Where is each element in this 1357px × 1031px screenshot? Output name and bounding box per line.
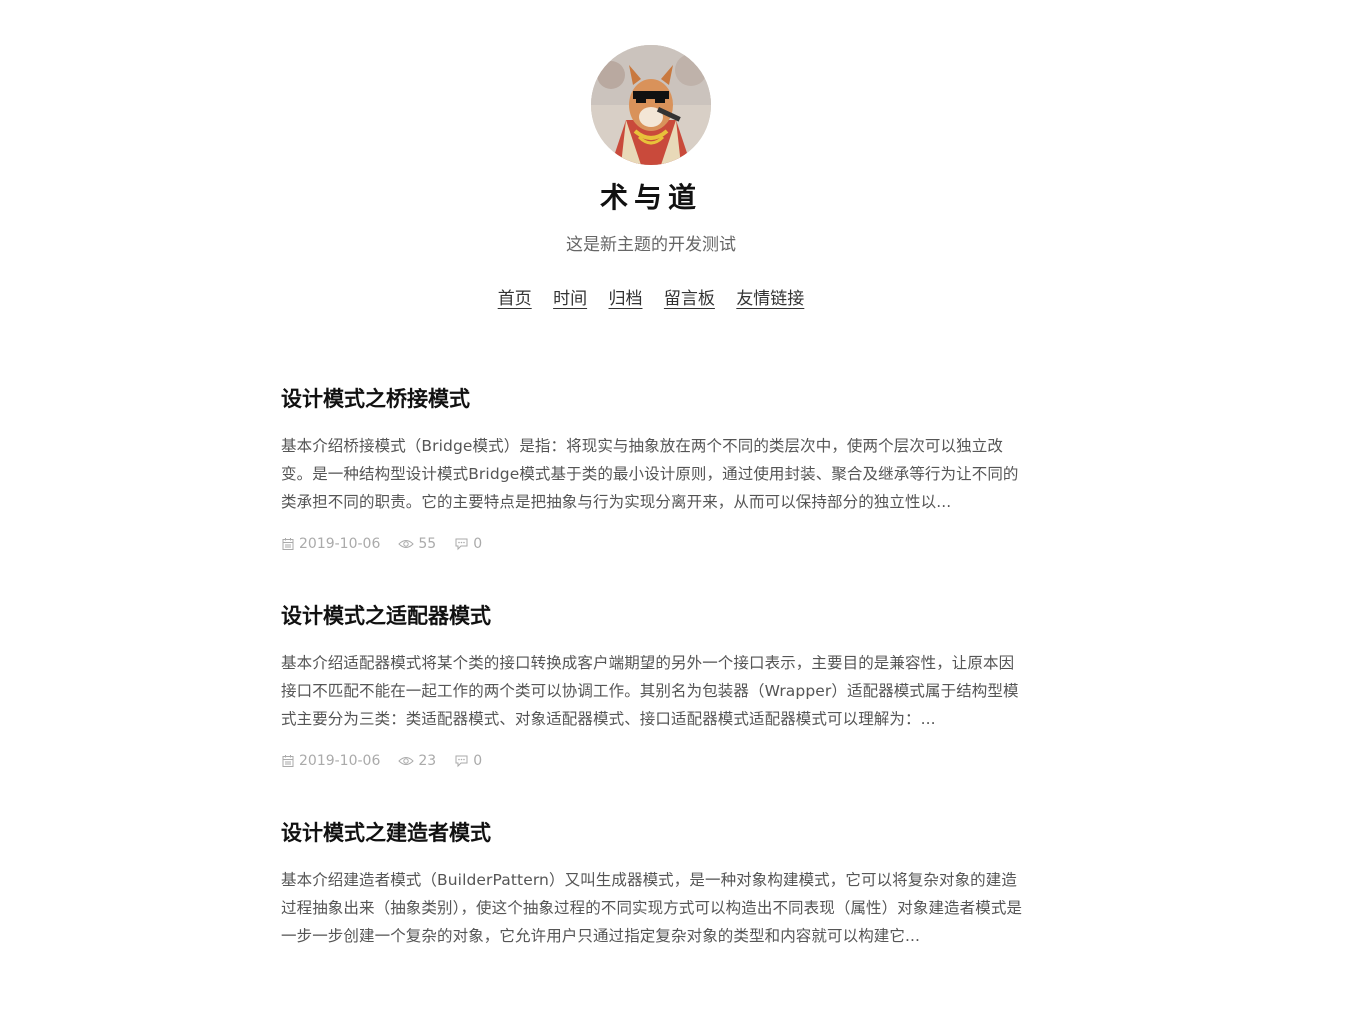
nav-item-time[interactable]: 时间 — [553, 289, 587, 309]
nav-item-archive[interactable]: 归档 — [609, 289, 643, 309]
post-item: 设计模式之桥接模式 基本介绍桥接模式（Bridge模式）是指：将现实与抽象放在两… — [281, 380, 1026, 597]
post-excerpt: 基本介绍适配器模式将某个类的接口转换成客户端期望的另外一个接口表示，主要目的是兼… — [281, 654, 1019, 728]
post-excerpt: 基本介绍建造者模式（BuilderPattern）又叫生成器模式，是一种对象构建… — [281, 871, 1023, 945]
post-date: 2019-10-06 — [281, 536, 380, 552]
comment-icon — [455, 538, 468, 551]
post-meta: 2019-10-06 55 0 — [281, 534, 1026, 554]
nav-item-home[interactable]: 首页 — [498, 289, 532, 309]
post-views-count: 23 — [418, 753, 437, 769]
post-item: 设计模式之建造者模式 基本介绍建造者模式（BuilderPattern）又叫生成… — [281, 814, 1026, 1031]
page: 术与道 这是新主题的开发测试 首页 时间 归档 留言板 友情链接 设计模式之桥接… — [0, 0, 1357, 967]
post-date-text: 2019-10-06 — [299, 753, 381, 769]
post-title[interactable]: 设计模式之建造者模式 — [281, 814, 1026, 854]
main-nav: 首页 时间 归档 留言板 友情链接 — [0, 284, 1302, 309]
nav-item-guestbook[interactable]: 留言板 — [664, 289, 715, 309]
post-excerpt: 基本介绍桥接模式（Bridge模式）是指：将现实与抽象放在两个不同的类层次中，使… — [281, 437, 1019, 511]
post-views: 55 — [398, 536, 436, 552]
post-list: 设计模式之桥接模式 基本介绍桥接模式（Bridge模式）是指：将现实与抽象放在两… — [281, 380, 1026, 1031]
post-views: 23 — [398, 753, 436, 769]
post-meta: 2019-10-06 23 0 — [281, 751, 1026, 771]
post-comments: 0 — [454, 536, 482, 552]
eye-icon — [398, 757, 415, 765]
nav-item-links[interactable]: 友情链接 — [736, 289, 804, 309]
post-comments-count: 0 — [473, 753, 483, 769]
post-title[interactable]: 设计模式之桥接模式 — [281, 380, 1026, 420]
post-views-count: 55 — [418, 536, 437, 552]
eye-icon — [398, 540, 415, 548]
post-comments: 0 — [454, 753, 482, 769]
site-title[interactable]: 术与道 — [0, 176, 1302, 216]
calendar-icon — [282, 755, 294, 767]
post-title[interactable]: 设计模式之适配器模式 — [281, 597, 1026, 637]
calendar-icon — [282, 538, 294, 550]
post-comments-count: 0 — [473, 536, 483, 552]
site-subtitle: 这是新主题的开发测试 — [566, 235, 736, 255]
comment-icon — [455, 755, 468, 768]
avatar[interactable] — [591, 45, 711, 165]
post-date-text: 2019-10-06 — [299, 536, 381, 552]
post-date: 2019-10-06 — [281, 753, 380, 769]
post-item: 设计模式之适配器模式 基本介绍适配器模式将某个类的接口转换成客户端期望的另外一个… — [281, 597, 1026, 814]
